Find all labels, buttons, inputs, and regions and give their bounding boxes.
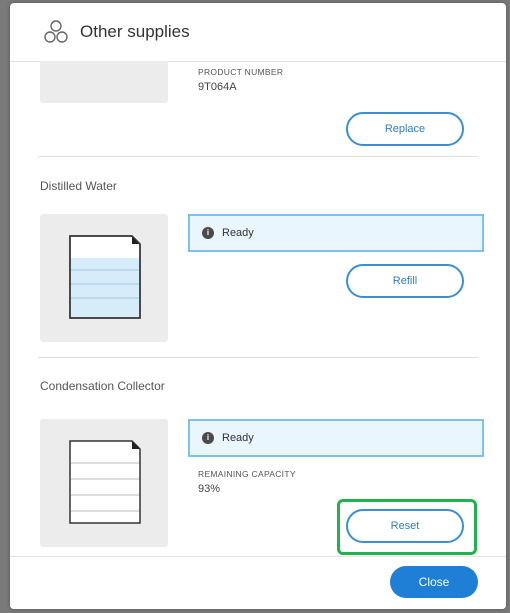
dialog-title: Other supplies [80, 22, 190, 41]
section-divider [38, 156, 478, 157]
other-supplies-dialog: Other supplies PRODUCT NUMBER 9T064A Rep… [10, 3, 506, 609]
condensation-collector-thumbnail [40, 419, 168, 547]
water-tank-icon [69, 235, 141, 319]
product-number-block: PRODUCT NUMBER 9T064A [198, 67, 283, 93]
distilled-water-title: Distilled Water [40, 179, 117, 193]
product-number-value: 9T064A [198, 81, 237, 93]
distilled-water-status: i Ready [188, 214, 484, 252]
remaining-capacity-label: REMAINING CAPACITY [198, 469, 296, 479]
refill-button[interactable]: Refill [346, 264, 464, 298]
section-divider [38, 357, 478, 358]
reset-button[interactable]: Reset [346, 509, 464, 543]
dialog-header: Other supplies [10, 3, 506, 62]
product-number-label: PRODUCT NUMBER [198, 67, 284, 77]
collector-tank-icon [69, 440, 141, 524]
status-text: Ready [222, 227, 254, 239]
dialog-footer: Close [10, 556, 506, 609]
product-thumbnail [40, 61, 168, 103]
remaining-capacity-block: REMAINING CAPACITY 93% [198, 469, 296, 495]
status-info-icon: i [202, 432, 214, 444]
supplies-icon [44, 20, 68, 43]
replace-button[interactable]: Replace [346, 112, 464, 146]
close-button[interactable]: Close [390, 566, 478, 598]
condensation-collector-status: i Ready [188, 419, 484, 457]
condensation-collector-title: Condensation Collector [40, 379, 165, 393]
status-text: Ready [222, 432, 254, 444]
status-info-icon: i [202, 227, 214, 239]
remaining-capacity-value: 93% [198, 483, 221, 495]
distilled-water-thumbnail [40, 214, 168, 342]
